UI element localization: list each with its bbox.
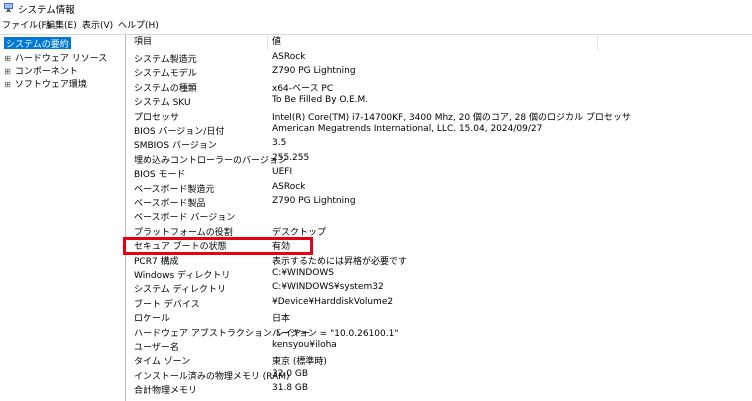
- expand-icon[interactable]: ⊞: [3, 67, 12, 76]
- table-row[interactable]: システム SKU To Be Filled By O.E.M.: [127, 94, 752, 109]
- table-row[interactable]: Windows ディレクトリ C:¥WINDOWS: [127, 267, 752, 282]
- table-row[interactable]: 埋め込みコントローラーのバージョン 255.255: [127, 152, 752, 167]
- row-item: ユーザー名: [134, 343, 179, 353]
- row-value: 32.0 GB: [272, 368, 309, 379]
- row-value: Z790 PG Lightning: [272, 66, 356, 77]
- row-value: C:¥WINDOWS: [272, 268, 334, 278]
- tree-item-hardware-resources[interactable]: ⊞ ハードウェア リソース: [3, 51, 108, 64]
- table-row[interactable]: BIOS モード UEFI: [127, 166, 752, 181]
- tree-item-label: ソフトウェア環境: [14, 80, 87, 90]
- table-row[interactable]: SMBIOS バージョン 3.5: [127, 137, 752, 152]
- menu-help[interactable]: ヘルプ(H): [118, 18, 159, 31]
- row-item: ロケール: [134, 314, 171, 325]
- table-row[interactable]: インストール済みの物理メモリ (RAM) 32.0 GB: [127, 368, 752, 383]
- row-item: システム SKU: [134, 98, 191, 109]
- row-item: ブート デバイス: [134, 299, 200, 310]
- row-value: デスクトップ: [272, 227, 327, 238]
- row-value: ASRock: [272, 52, 306, 62]
- expand-icon[interactable]: ⊞: [3, 80, 12, 89]
- row-item: BIOS バージョン/日付: [134, 127, 225, 137]
- row-item: Windows ディレクトリ: [134, 271, 231, 281]
- row-item: システムモデル: [134, 69, 197, 80]
- row-value: 255.255: [272, 152, 310, 163]
- column-header-item[interactable]: 項目: [134, 35, 152, 50]
- details-list[interactable]: 項目 値 システム製造元 ASRock システムモデル Z790 PG Lightni…: [127, 35, 752, 401]
- table-row[interactable]: ベースボード製品 Z790 PG Lightning: [127, 195, 752, 210]
- table-row[interactable]: ユーザー名 kensyou¥iloha: [127, 339, 752, 354]
- row-value: ASRock: [272, 181, 306, 192]
- tree-item-label: ハードウェア リソース: [14, 54, 108, 64]
- column-header-value[interactable]: 値: [272, 35, 281, 50]
- row-item: システム ディレクトリ: [134, 285, 226, 296]
- row-value: To Be Filled By O.E.M.: [272, 95, 369, 106]
- tree-item-components[interactable]: ⊞ コンポーネント: [3, 64, 78, 77]
- tree-item-label: システムの要約: [6, 40, 69, 50]
- row-value: x64-ベース PC: [272, 83, 334, 94]
- row-item: 埋め込みコントローラーのバージョン: [134, 155, 287, 166]
- row-value: 表示するためには昇格が必要です: [272, 256, 408, 267]
- table-row[interactable]: システム製造元 ASRock: [127, 51, 752, 66]
- table-row[interactable]: プロセッサ Intel(R) Core(TM) i7-14700KF, 3400 …: [127, 109, 752, 124]
- row-item: SMBIOS バージョン: [134, 141, 217, 152]
- window-title: システム情報: [18, 5, 75, 16]
- row-item: PCR7 構成: [134, 256, 179, 267]
- column-divider[interactable]: [597, 36, 598, 50]
- row-value: American Megatrends International, LLC. …: [272, 124, 543, 134]
- system-info-icon: [4, 3, 13, 12]
- row-value: 31.8 GB: [272, 383, 309, 394]
- row-value: UEFI: [272, 167, 293, 178]
- row-item: インストール済みの物理メモリ (RAM): [134, 371, 290, 382]
- title-bar: システム情報: [0, 0, 752, 16]
- row-value: 3.5: [272, 138, 287, 149]
- table-row[interactable]: タイム ゾーン 東京 (標準時): [127, 353, 752, 368]
- tree-item-software-environment[interactable]: ⊞ ソフトウェア環境: [3, 77, 87, 90]
- row-value: 東京 (標準時): [272, 357, 327, 368]
- table-row[interactable]: BIOS バージョン/日付 American Megatrends Interna…: [127, 123, 752, 138]
- row-item: BIOS モード: [134, 170, 186, 181]
- row-item: プロセッサ: [134, 112, 180, 123]
- row-value: 日本: [272, 314, 291, 325]
- table-row[interactable]: システム ディレクトリ C:¥WINDOWS¥system32: [127, 281, 752, 296]
- category-tree[interactable]: システムの要約 ⊞ ハードウェア リソース ⊞ コンポーネント ⊞ ソフトウェア…: [1, 35, 126, 401]
- row-item: ベースボード バージョン: [134, 213, 236, 224]
- expand-icon[interactable]: ⊞: [3, 54, 12, 63]
- row-item: ベースボード製造元: [134, 184, 215, 195]
- row-value: C:¥WINDOWS¥system32: [272, 282, 384, 293]
- highlight-box: [123, 237, 313, 255]
- row-value: Z790 PG Lightning: [272, 196, 356, 206]
- row-item: 合計物理メモリ: [134, 386, 198, 397]
- row-value: バージョン = "10.0.26100.1": [272, 328, 399, 339]
- table-row[interactable]: ブート デバイス ¥Device¥HarddiskVolume2: [127, 296, 752, 311]
- row-item: システムの種類: [134, 83, 197, 94]
- row-value: kensyou¥iloha: [272, 340, 337, 350]
- table-row[interactable]: ロケール 日本: [127, 310, 752, 325]
- menu-edit[interactable]: 編集(E): [46, 18, 77, 31]
- table-row[interactable]: ハードウェア アブストラクション レイヤー バージョン = "10.0.26100…: [127, 325, 752, 340]
- tree-item-system-summary[interactable]: システムの要約: [4, 37, 71, 50]
- row-item: ベースボード製品: [134, 199, 206, 209]
- table-row[interactable]: ベースボード バージョン: [127, 209, 752, 224]
- row-item: タイム ゾーン: [134, 357, 191, 368]
- row-value: ¥Device¥HarddiskVolume2: [272, 296, 394, 307]
- menu-bar: ファイル(F) 編集(E) 表示(V) ヘルプ(H): [0, 17, 752, 31]
- table-row[interactable]: ベースボード製造元 ASRock: [127, 181, 752, 196]
- row-item: プラットフォームの役割: [134, 227, 233, 238]
- menu-file[interactable]: ファイル(F): [2, 18, 50, 31]
- row-value: Intel(R) Core(TM) i7-14700KF, 3400 Mhz, …: [272, 112, 631, 123]
- row-item: システム製造元: [134, 55, 197, 65]
- column-divider[interactable]: [267, 36, 268, 50]
- table-row[interactable]: システムの種類 x64-ベース PC: [127, 80, 752, 95]
- table-row[interactable]: 合計物理メモリ 31.8 GB: [127, 382, 752, 397]
- tree-item-label: コンポーネント: [14, 67, 78, 77]
- menu-view[interactable]: 表示(V): [82, 18, 113, 31]
- table-row[interactable]: システムモデル Z790 PG Lightning: [127, 65, 752, 80]
